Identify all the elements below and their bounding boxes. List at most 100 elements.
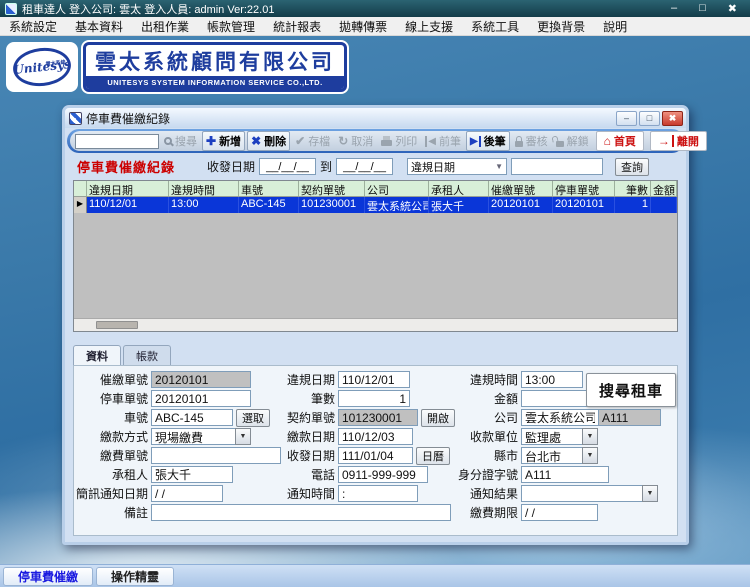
sms-date-field[interactable] [151,485,223,502]
cell-amount[interactable] [651,197,677,213]
violation-date-field[interactable] [338,371,410,388]
violation-time-field[interactable] [521,371,583,388]
parking-no-field[interactable] [151,390,251,407]
toolbar-save-button[interactable]: ✔ 存檔 [292,132,333,150]
toolbar-next-record-button[interactable]: ▶ 後筆 [465,131,510,151]
menu-basic-data[interactable]: 基本資料 [66,17,132,35]
menu-online-support[interactable]: 線上支援 [396,17,462,35]
city-select[interactable]: 台北市 ▼ [521,447,598,464]
toolbar-print-button[interactable]: 列印 [378,132,420,150]
toolbar-quick-search-input[interactable] [75,133,159,149]
toolbar-previous-record-button[interactable]: ◀ 前筆 [422,132,464,150]
dialog-minimize-button[interactable]: – [616,110,637,126]
receive-unit-select[interactable]: 監理處 ▼ [521,428,598,445]
issue-date-field[interactable] [338,447,413,464]
column-header-contract-no[interactable]: 契約單號 [299,181,365,196]
renter-field[interactable] [151,466,233,483]
toolbar-unlock-button[interactable]: 解鎖 [553,132,592,150]
date-to-input[interactable] [336,158,394,175]
toolbar-button-label: 首頁 [613,136,636,148]
cell-renter[interactable]: 張大千 [429,197,489,213]
toolbar-button-label: 後筆 [483,136,506,148]
menu-help[interactable]: 說明 [594,17,636,35]
notify-time-field[interactable] [338,485,418,502]
column-header-company[interactable]: 公司 [365,181,429,196]
chevron-down-icon[interactable]: ▼ [582,447,598,464]
dialog-close-button[interactable]: ✖ [662,110,683,126]
close-button[interactable]: ✖ [728,2,737,15]
chevron-down-icon[interactable]: ▼ [582,428,598,445]
column-header-violation-time[interactable]: 違規時間 [169,181,239,196]
cell-company[interactable]: 雲太系統公司 [365,197,429,213]
date-from-input[interactable] [259,158,317,175]
menu-statistics[interactable]: 統計報表 [264,17,330,35]
menu-account-mgmt[interactable]: 帳款管理 [198,17,264,35]
cell-parking-no[interactable]: 20120101 [553,197,615,213]
company-logo: Unitesys 雲太系統 雲太系統顧問有限公司 UNITESYS SYSTEM… [6,42,347,92]
company-field[interactable] [521,409,599,426]
table-row-selected[interactable]: ▶ 110/12/01 13:00 ABC-145 101230001 雲太系統… [74,197,677,213]
row-marker-icon: ▶ [74,197,87,213]
toolbar-add-button[interactable]: ✚ 新增 [202,131,246,151]
grid-horizontal-scrollbar[interactable] [74,318,677,331]
deadline-label: 繳費期限 [469,506,518,520]
pay-no-field[interactable] [151,447,281,464]
cell-count[interactable]: 1 [615,197,651,213]
city-value: 台北市 [521,447,582,464]
dialog-maximize-button[interactable]: □ [639,110,660,126]
taskbar-item-wizard[interactable]: 操作精靈 [96,566,175,586]
column-header-plate[interactable]: 車號 [239,181,299,196]
menu-system-settings[interactable]: 系統設定 [0,17,66,35]
unlock-icon [555,140,564,147]
cell-violation-time[interactable]: 13:00 [169,197,239,213]
taskbar-item-parking-fee[interactable]: 停車費催繳 [3,566,94,586]
id-no-field[interactable] [521,466,609,483]
chevron-down-icon: ▼ [495,162,504,171]
reminder-no-field[interactable] [151,371,251,388]
records-grid: 違規日期 違規時間 車號 契約單號 公司 承租人 催繳單號 停車單號 筆數 金額… [73,180,678,332]
column-header-renter[interactable]: 承租人 [429,181,489,196]
count-field[interactable] [338,390,410,407]
menu-rental-ops[interactable]: 出租作業 [132,17,198,35]
query-button[interactable]: 查詢 [615,157,650,176]
notify-result-select[interactable]: ▼ [521,485,658,502]
pay-date-field[interactable] [338,428,413,445]
deadline-field[interactable] [521,504,598,521]
toolbar-home-button[interactable]: ⌂ 首頁 [595,131,644,151]
keyword-input[interactable] [511,158,604,175]
cell-plate[interactable]: ABC-145 [239,197,299,213]
issue-date-label: 收發日期 [286,449,335,463]
cell-reminder-no[interactable]: 20120101 [489,197,553,213]
tab-data[interactable]: 資料 [73,345,121,365]
chevron-down-icon[interactable]: ▼ [642,485,658,502]
menu-voucher-transfer[interactable]: 拋轉傳票 [330,17,396,35]
toolbar-audit-button[interactable]: 審核 [512,132,551,150]
cell-contract-no[interactable]: 101230001 [299,197,365,213]
scrollbar-thumb[interactable] [96,321,138,329]
column-header-count[interactable]: 筆數 [615,181,651,196]
menu-change-background[interactable]: 更換背景 [528,17,594,35]
search-rental-button[interactable]: 搜尋租車 [586,373,676,407]
maximize-button[interactable]: □ [699,2,706,15]
column-header-parking-no[interactable]: 停車單號 [553,181,615,196]
toolbar-exit-button[interactable]: → 離開 [649,131,707,151]
toolbar-button-label: 取消 [351,136,374,148]
phone-field[interactable] [338,466,428,483]
remark-field[interactable] [151,504,451,521]
toolbar-search-button[interactable]: 搜尋 [161,132,200,150]
cell-violation-date[interactable]: 110/12/01 [87,197,169,213]
plate-field[interactable] [151,409,233,426]
company-code-field[interactable] [599,409,661,426]
search-field-select[interactable]: 違規日期 ▼ [407,158,508,175]
tab-account[interactable]: 帳款 [123,345,171,365]
toolbar-cancel-button[interactable]: ↻ 取消 [335,132,376,150]
minimize-button[interactable]: – [671,2,677,15]
chevron-down-icon[interactable]: ▼ [235,428,251,445]
pay-method-select[interactable]: 現場繳費 ▼ [151,428,251,445]
column-header-reminder-no[interactable]: 催繳單號 [489,181,553,196]
contract-no-field[interactable] [338,409,418,426]
column-header-amount[interactable]: 金額 [651,181,677,196]
menu-system-tools[interactable]: 系統工具 [462,17,528,35]
toolbar-delete-button[interactable]: ✖ 刪除 [247,131,291,151]
column-header-violation-date[interactable]: 違規日期 [87,181,169,196]
